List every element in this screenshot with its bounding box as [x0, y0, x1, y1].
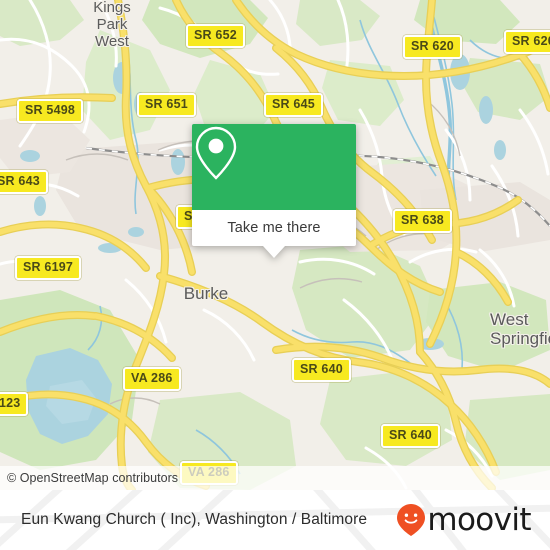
footer-content: Eun Kwang Church ( Inc), Washington / Ba… — [0, 490, 550, 550]
shield-sr-620-center[interactable]: SR 620 — [403, 35, 462, 59]
shield-sr-652[interactable]: SR 652 — [186, 24, 245, 48]
place-label-burke: Burke — [183, 284, 229, 303]
shield-sr-638[interactable]: SR 638 — [393, 209, 452, 233]
moovit-map-screenshot: Kings Park West Burke West Springfield S… — [0, 0, 550, 550]
place-label-west-springfield: West Springfield — [490, 310, 550, 349]
place-label-kings-park-west: Kings Park West — [93, 0, 131, 50]
location-title: Eun Kwang Church ( Inc), Washington / Ba… — [21, 511, 368, 528]
shield-sr-5498[interactable]: SR 5498 — [17, 99, 84, 123]
moovit-brand[interactable]: moovit — [396, 503, 538, 537]
shield-va-286-upper[interactable]: VA 286 — [123, 367, 181, 391]
moovit-pin-smiley-icon — [397, 504, 426, 536]
osm-attribution-text[interactable]: © OpenStreetMap contributors — [0, 471, 178, 485]
osm-attribution-bar: © OpenStreetMap contributors — [0, 466, 550, 490]
map-canvas[interactable]: Kings Park West Burke West Springfield S… — [0, 0, 550, 490]
popup-header — [192, 124, 356, 210]
moovit-wordmark: moovit — [427, 501, 531, 538]
popup-tail-arrow — [263, 246, 285, 258]
shield-sr-6197[interactable]: SR 6197 — [15, 256, 82, 280]
take-me-there-label: Take me there — [227, 220, 321, 236]
shield-sr-640-right[interactable]: SR 640 — [381, 424, 440, 448]
shield-sr-640-left[interactable]: SR 640 — [292, 358, 351, 382]
shield-sr-643[interactable]: SR 643 — [0, 170, 48, 194]
shield-sr-645[interactable]: SR 645 — [264, 93, 323, 117]
map-pin-icon — [195, 126, 237, 180]
shield-route-123[interactable]: 123 — [0, 392, 29, 416]
location-popup-card[interactable]: Take me there — [192, 124, 356, 258]
shield-sr-620-edge[interactable]: SR 620 — [504, 30, 550, 54]
shield-sr-651[interactable]: SR 651 — [137, 93, 196, 117]
footer-bar: Eun Kwang Church ( Inc), Washington / Ba… — [0, 490, 550, 550]
popup-action-row[interactable]: Take me there — [192, 210, 356, 246]
